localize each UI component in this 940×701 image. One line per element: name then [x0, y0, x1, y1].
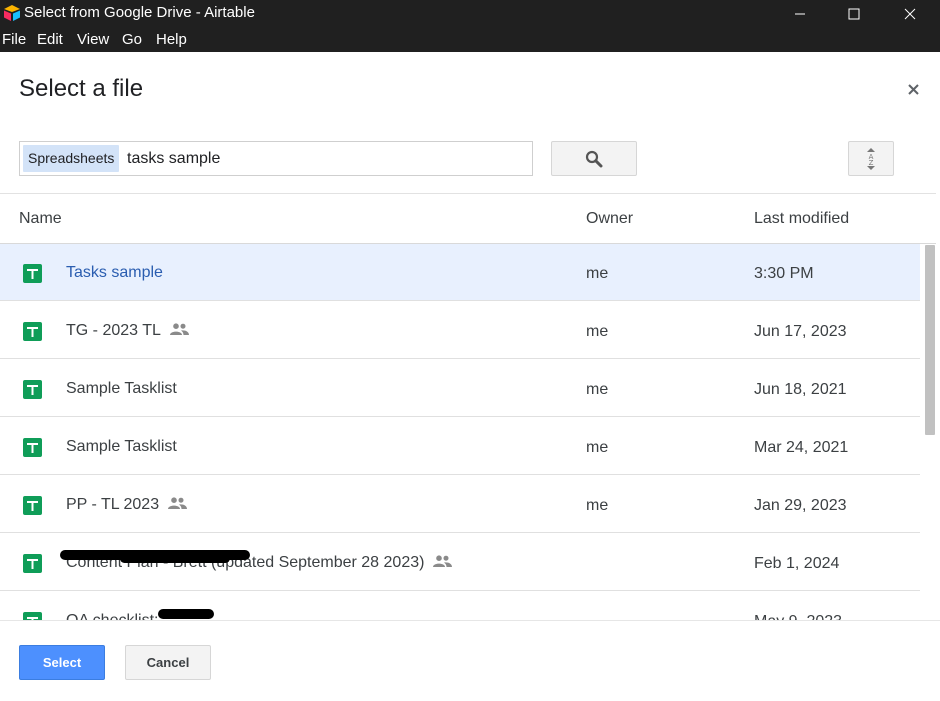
file-row[interactable]: Sample Tasklist me Mar 24, 2021	[0, 418, 920, 475]
column-header-last-modified[interactable]: Last modified	[754, 209, 849, 229]
google-sheets-icon	[23, 612, 42, 620]
file-modified: 3:30 PM	[754, 265, 814, 282]
file-name: Sample Tasklist	[66, 380, 177, 397]
airtable-logo-icon	[4, 5, 20, 21]
file-list: Tasks sample me 3:30 PM TG - 2023 TL me …	[0, 244, 920, 620]
header-separator	[0, 193, 936, 194]
footer-separator	[0, 620, 940, 621]
file-modified: Jun 17, 2023	[754, 323, 847, 340]
close-icon	[907, 83, 919, 95]
file-row[interactable]: PP - TL 2023 me Jan 29, 2023	[0, 476, 920, 533]
file-name-cell: TG - 2023 TL	[66, 321, 189, 341]
google-sheets-icon	[23, 438, 42, 457]
google-sheets-icon	[23, 554, 42, 573]
select-button[interactable]: Select	[19, 645, 105, 680]
window-title: Select from Google Drive - Airtable	[24, 4, 255, 21]
file-name-cell: PP - TL 2023	[66, 495, 188, 515]
minimize-button[interactable]	[772, 0, 828, 28]
google-sheets-icon	[23, 322, 42, 341]
menu-bar: File Edit View Go Help	[0, 28, 940, 52]
svg-text:Z: Z	[869, 159, 874, 167]
file-row[interactable]: TG - 2023 TL me Jun 17, 2023	[0, 302, 920, 359]
dialog-title: Select a file	[19, 75, 144, 102]
redaction-mark	[120, 554, 230, 563]
dialog-close-button[interactable]	[903, 79, 923, 99]
shared-people-icon	[169, 323, 189, 335]
cancel-button[interactable]: Cancel	[125, 645, 211, 680]
search-button[interactable]	[551, 141, 637, 176]
file-name: PP - TL 2023	[66, 496, 160, 513]
file-owner: me	[586, 265, 609, 282]
file-owner: me	[586, 497, 609, 514]
file-modified: Feb 1, 2024	[754, 555, 840, 572]
search-query[interactable]: tasks sample	[127, 147, 220, 171]
file-modified: May 9, 2023	[754, 612, 842, 620]
close-icon	[904, 8, 916, 20]
google-sheets-icon	[23, 380, 42, 399]
file-modified: Jun 18, 2021	[754, 381, 847, 398]
menu-go[interactable]: Go	[122, 32, 142, 48]
minimize-icon	[795, 13, 805, 15]
window-close-button[interactable]	[882, 0, 938, 28]
menu-help[interactable]: Help	[156, 32, 187, 48]
window-titlebar: Select from Google Drive - Airtable	[0, 0, 940, 28]
filter-chip-spreadsheets[interactable]: Spreadsheets	[23, 145, 120, 172]
shared-people-icon	[433, 555, 453, 567]
redaction-mark	[158, 609, 214, 619]
search-input[interactable]: Spreadsheets tasks sample	[19, 141, 533, 176]
file-modified: Jan 29, 2023	[754, 497, 847, 514]
file-modified: Mar 24, 2021	[754, 439, 849, 456]
file-name: TG - 2023 TL	[66, 322, 161, 339]
sort-button[interactable]: A Z	[848, 141, 894, 176]
file-row[interactable]: Tasks sample me 3:30 PM	[0, 244, 920, 301]
file-name: QA checklist:	[66, 612, 158, 620]
file-row[interactable]: Sample Tasklist me Jun 18, 2021	[0, 360, 920, 417]
file-picker-dialog: Select a file Spreadsheets tasks sample …	[0, 52, 940, 701]
file-row[interactable]: QA checklist: May 9, 2023	[0, 592, 920, 620]
file-name: Tasks sample	[66, 264, 163, 281]
scrollbar-thumb[interactable]	[925, 245, 935, 435]
google-sheets-icon	[23, 496, 42, 515]
google-sheets-icon	[23, 264, 42, 283]
column-header-owner[interactable]: Owner	[586, 209, 633, 229]
search-icon	[585, 150, 603, 167]
file-name: Sample Tasklist	[66, 438, 177, 455]
menu-view[interactable]: View	[77, 32, 109, 48]
maximize-icon	[848, 8, 860, 20]
column-header-name[interactable]: Name	[19, 209, 62, 229]
shared-people-icon	[168, 497, 188, 509]
menu-edit[interactable]: Edit	[37, 32, 63, 48]
file-owner: me	[586, 439, 609, 456]
maximize-button[interactable]	[826, 0, 882, 28]
menu-file[interactable]: File	[2, 32, 26, 48]
file-owner: me	[586, 323, 609, 340]
sort-az-icon: A Z	[867, 147, 875, 170]
file-owner: me	[586, 381, 609, 398]
file-row[interactable]: Content Plan - Brett (updated September …	[0, 534, 920, 591]
